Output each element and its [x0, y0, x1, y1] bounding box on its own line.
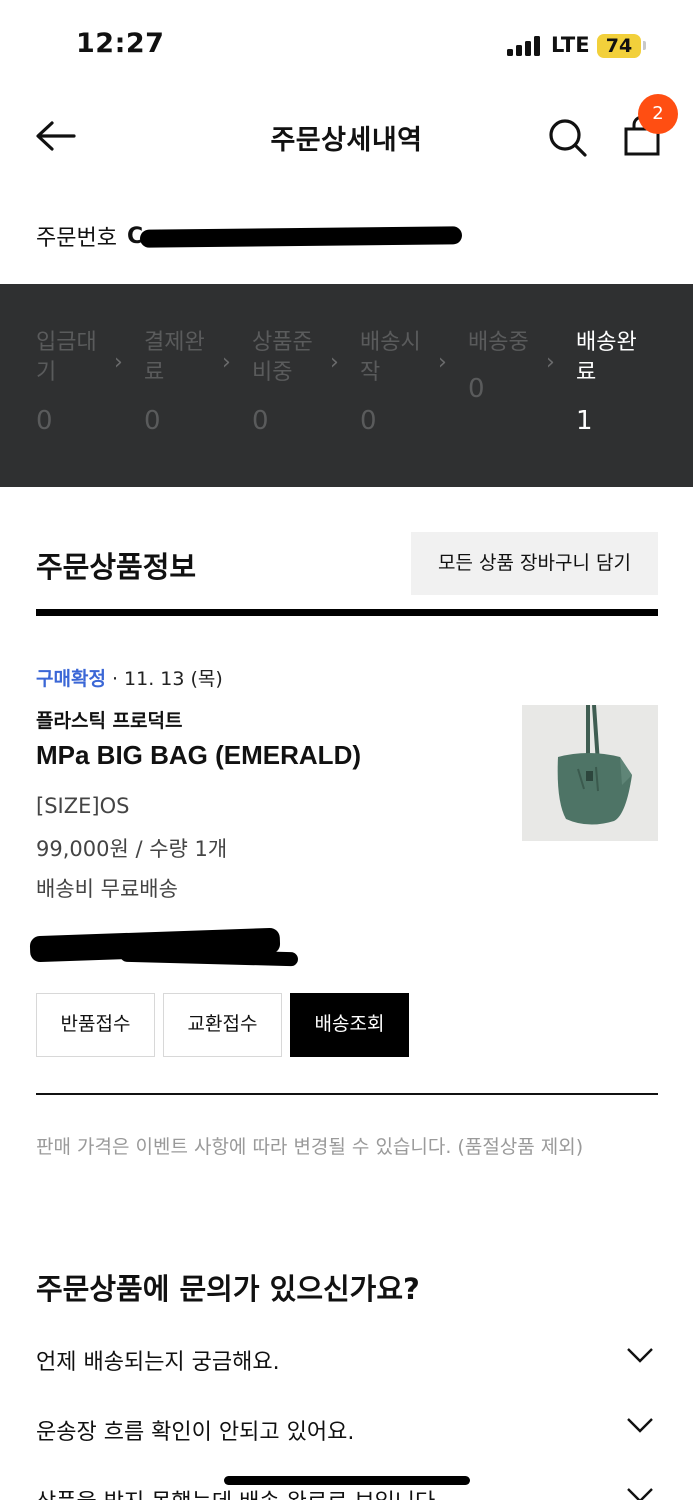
status-time: 12:27 [76, 28, 165, 59]
signal-icon [507, 36, 543, 56]
chevron-right-icon: › [546, 350, 555, 375]
faq-item[interactable]: 상품을 받지 못했는데 배송 완료로 보입니다. [36, 1470, 658, 1500]
step-preparing: 상품준비중 0 [252, 328, 332, 436]
home-indicator[interactable] [224, 1476, 470, 1485]
section-divider [36, 609, 658, 616]
order-date: · 11. 13 (목) [105, 668, 223, 690]
battery-tip [643, 41, 646, 50]
step-delivered: 배송완료 1 [576, 328, 656, 436]
chevron-right-icon: › [222, 350, 231, 375]
step-label: 상품준비중 [252, 330, 313, 385]
faq-item[interactable]: 언제 배송되는지 궁금해요. [36, 1330, 658, 1390]
step-in-transit: 배송중 0 [468, 328, 548, 404]
faq-question: 상품을 받지 못했는데 배송 완료로 보입니다. [36, 1484, 442, 1500]
chevron-down-icon [627, 1348, 653, 1363]
step-label: 배송중 [468, 330, 529, 355]
shipping-fee: 배송비 무료배송 [36, 877, 178, 901]
product-thumbnail[interactable] [522, 705, 658, 841]
order-number: 주문번호 C [36, 220, 143, 252]
product-name[interactable]: MPa BIG BAG (EMERALD) [36, 740, 361, 771]
status-bar: 12:27 LTE 74 [0, 0, 693, 92]
search-button[interactable] [544, 114, 592, 162]
price-notice: 판매 가격은 이벤트 사항에 따라 변경될 수 있습니다. (품절상품 제외) [36, 1136, 584, 1158]
chevron-right-icon: › [114, 350, 123, 375]
chevron-right-icon: › [330, 350, 339, 375]
step-count: 0 [36, 406, 53, 436]
step-label: 입금대기 [36, 330, 97, 385]
divider [36, 1093, 658, 1095]
redaction-mark [139, 226, 463, 248]
chevron-down-icon [627, 1488, 653, 1500]
cart-count-badge: 2 [638, 94, 678, 134]
step-label: 배송시작 [360, 330, 421, 385]
step-count: 0 [252, 406, 269, 436]
item-meta: 구매확정 · 11. 13 (목) [36, 664, 223, 691]
step-pending-deposit: 입금대기 0 [36, 328, 116, 436]
step-shipping-started: 배송시작 0 [360, 328, 440, 436]
price-quantity: 99,000원 / 수량 1개 [36, 837, 228, 861]
bag-image [522, 705, 658, 841]
product-option: [SIZE]OS [36, 794, 130, 818]
faq-title: 주문상품에 문의가 있으신가요? [36, 1272, 420, 1306]
delivery-progress: 입금대기 0 › 결제완료 0 › 상품준비중 0 › 배송시작 0 › 배송중… [0, 284, 693, 487]
purchase-status: 구매확정 [36, 668, 106, 690]
battery-icon: 74 [597, 34, 641, 58]
order-number-label: 주문번호 [36, 226, 117, 251]
return-request-button[interactable]: 반품접수 [36, 993, 155, 1057]
chevron-down-icon [627, 1418, 653, 1433]
step-payment-complete: 결제완료 0 [144, 328, 224, 436]
top-nav: 주문상세내역 [0, 92, 693, 184]
chevron-right-icon: › [438, 350, 447, 375]
exchange-request-button[interactable]: 교환접수 [163, 993, 282, 1057]
search-icon [549, 119, 587, 157]
faq-question: 언제 배송되는지 궁금해요. [36, 1350, 280, 1375]
network-type: LTE [551, 33, 590, 57]
step-label: 결제완료 [144, 330, 205, 385]
step-count: 0 [468, 374, 485, 404]
step-count: 0 [144, 406, 161, 436]
faq-item[interactable]: 운송장 흐름 확인이 안되고 있어요. [36, 1400, 658, 1460]
step-count: 0 [360, 406, 377, 436]
section-title: 주문상품정보 [36, 550, 197, 584]
brand-name[interactable]: 플라스틱 프로덕트 [36, 706, 182, 733]
track-shipment-button[interactable]: 배송조회 [290, 993, 409, 1057]
step-label: 배송완료 [576, 330, 637, 385]
add-all-to-cart-button[interactable]: 모든 상품 장바구니 담기 [411, 532, 658, 595]
step-count: 1 [576, 406, 593, 436]
faq-question: 운송장 흐름 확인이 안되고 있어요. [36, 1420, 355, 1445]
